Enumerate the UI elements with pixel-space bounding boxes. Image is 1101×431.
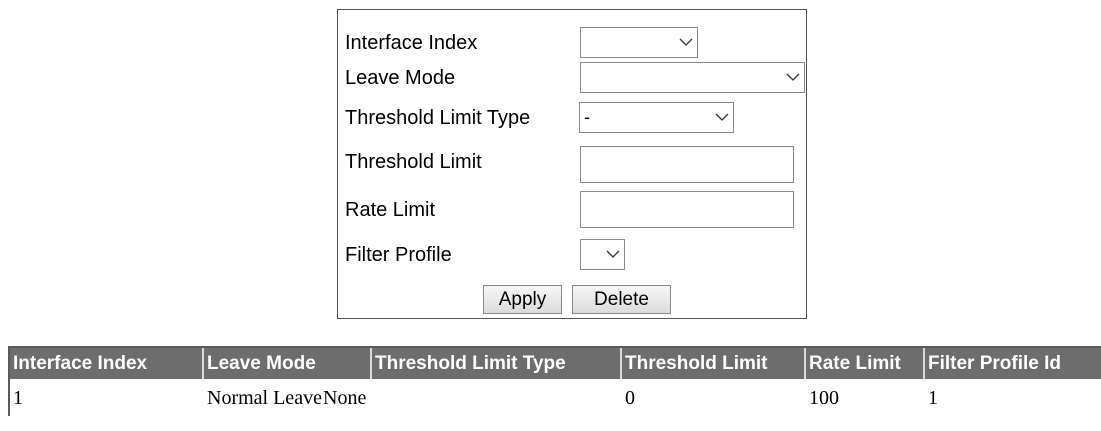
threshold-limit-type-row: Threshold Limit Type (345, 103, 530, 133)
chevron-down-icon (782, 73, 804, 82)
leave-mode-select[interactable] (580, 62, 805, 93)
interface-index-row: Interface Index (345, 28, 477, 58)
threshold-limit-label: Threshold Limit (345, 150, 482, 173)
rate-limit-label: Rate Limit (345, 198, 436, 221)
rate-limit-input[interactable] (580, 191, 794, 228)
cell-leave-mode: Normal Leave (207, 387, 322, 409)
interface-index-label: Interface Index (345, 31, 478, 54)
column-header-threshold-limit: Threshold Limit (622, 348, 806, 379)
chevron-down-icon (675, 38, 697, 47)
delete-button[interactable]: Delete (572, 285, 671, 314)
chevron-down-icon (602, 250, 624, 259)
filter-profile-select[interactable] (580, 239, 625, 270)
cell-filter-profile-id: 1 (928, 387, 938, 409)
cell-rate-limit: 100 (809, 387, 839, 409)
threshold-limit-input[interactable] (580, 146, 794, 183)
chevron-down-icon (711, 113, 733, 122)
threshold-limit-type-select[interactable]: - (579, 102, 734, 133)
column-header-threshold-limit-type: Threshold Limit Type (372, 348, 622, 379)
interface-index-select[interactable] (580, 27, 698, 58)
cell-interface-index: 1 (13, 387, 23, 409)
apply-button[interactable]: Apply (483, 285, 562, 314)
filter-profile-label: Filter Profile (345, 243, 452, 266)
column-header-leave-mode: Leave Mode (204, 348, 372, 379)
leave-mode-label: Leave Mode (345, 66, 456, 89)
igmp-port-config-form: Interface Index Leave Mode Threshold Lim… (337, 9, 807, 319)
threshold-limit-row: Threshold Limit (345, 147, 482, 177)
cell-threshold-limit: 0 (625, 387, 635, 409)
leave-mode-row: Leave Mode (345, 63, 455, 93)
table-header-row: Interface Index Leave Mode Threshold Lim… (10, 348, 1101, 379)
threshold-limit-type-label: Threshold Limit Type (345, 106, 531, 129)
results-table: Interface Index Leave Mode Threshold Lim… (8, 346, 1101, 416)
threshold-limit-type-value: - (584, 107, 590, 127)
rate-limit-row: Rate Limit (345, 195, 435, 225)
cell-threshold-limit-type: None (323, 387, 367, 409)
column-header-rate-limit: Rate Limit (806, 348, 925, 379)
column-header-filter-profile-id: Filter Profile Id (928, 353, 1062, 374)
column-header-interface-index: Interface Index (10, 348, 204, 379)
filter-profile-row: Filter Profile (345, 240, 452, 270)
